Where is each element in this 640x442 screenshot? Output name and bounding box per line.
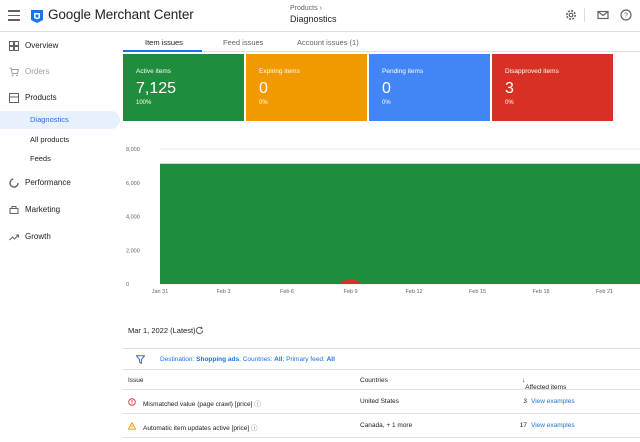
issue-cell: Automatic item updates active [price] ⓘ: [143, 425, 258, 432]
summary-cards: Active items 7,125 100% Expiring items 0…: [123, 54, 640, 121]
divider: [584, 8, 585, 22]
table-header: Issue Countries ↓ Affected items: [123, 370, 640, 391]
breadcrumb[interactable]: Products ›: [290, 5, 322, 12]
x-tick-label: Feb 6: [280, 289, 294, 295]
tab-feed-issues[interactable]: Feed issues: [223, 38, 263, 47]
card-disapproved-items[interactable]: Disapproved items 3 0%: [492, 54, 613, 121]
table-row[interactable]: Mismatched value (page crawl) [price] ⓘ …: [123, 390, 640, 414]
x-tick-label: Feb 12: [405, 289, 422, 295]
card-percent: 0%: [382, 100, 391, 106]
card-title: Active items: [136, 68, 172, 75]
card-title: Expiring items: [259, 68, 300, 75]
card-title: Pending items: [382, 68, 424, 75]
x-tick-label: Feb 9: [343, 289, 357, 295]
countries-cell: United States: [360, 398, 400, 405]
refresh-icon[interactable]: [195, 326, 204, 335]
card-percent: 0%: [505, 100, 514, 106]
menu-icon[interactable]: [8, 10, 20, 21]
brand-title: Google Merchant Center: [48, 7, 194, 22]
sidebar-item-growth[interactable]: Growth: [0, 228, 120, 246]
filter-bar[interactable]: Destination: Shopping ads, Countries: Al…: [123, 348, 640, 370]
performance-icon: [9, 178, 19, 188]
card-value: 7,125: [136, 80, 177, 97]
y-tick-label: 2,000: [126, 248, 140, 254]
sidebar-item-label: Growth: [25, 232, 51, 241]
top-bar: Google Merchant Center Products › Diagno…: [0, 0, 640, 32]
tab-account-issues[interactable]: Account issues (1): [297, 38, 359, 47]
svg-text:?: ?: [624, 13, 628, 20]
sidebar: Overview Orders Products Diagnostics All…: [0, 32, 122, 442]
card-percent: 0%: [259, 100, 268, 106]
sidebar-item-products[interactable]: Products: [0, 89, 120, 107]
mail-icon[interactable]: [596, 8, 610, 22]
y-tick-label: 4,000: [126, 215, 140, 221]
y-tick-label: 6,000: [126, 181, 140, 187]
column-affected-items[interactable]: ↓ Affected items: [522, 377, 566, 391]
active-tab-indicator: [123, 50, 202, 52]
card-title: Disapproved items: [505, 68, 559, 75]
app-window: Google Merchant Center Products › Diagno…: [0, 0, 640, 442]
filter-icon[interactable]: [136, 355, 145, 364]
growth-icon: [9, 234, 19, 241]
merchant-center-logo: [31, 10, 43, 23]
card-active-items[interactable]: Active items 7,125 100%: [123, 54, 244, 121]
x-tick-label: Feb 21: [596, 289, 613, 295]
table-row[interactable]: Automatic item updates active [price] ⓘ …: [123, 414, 640, 438]
products-icon: [9, 93, 19, 103]
dashboard-icon: [9, 41, 19, 51]
sidebar-item-performance[interactable]: Performance: [0, 174, 120, 192]
x-tick-label: Feb 3: [216, 289, 230, 295]
card-pending-items[interactable]: Pending items 0 0%: [369, 54, 490, 121]
main-content: Item issues Feed issues Account issues (…: [123, 32, 640, 442]
date-label: Mar 1, 2022 (Latest): [128, 326, 196, 335]
affected-count: 3: [523, 398, 527, 405]
sidebar-item-overview[interactable]: Overview: [0, 37, 120, 55]
marketing-icon: [9, 206, 19, 214]
sidebar-item-label: Diagnostics: [30, 115, 69, 124]
y-tick-label: 8,000: [126, 147, 140, 153]
cart-icon: [9, 67, 19, 77]
sidebar-item-all-products[interactable]: All products: [0, 131, 120, 149]
settings-icon[interactable]: [564, 8, 578, 22]
sidebar-item-diagnostics[interactable]: Diagnostics: [0, 111, 120, 129]
countries-cell: Canada, + 1 more: [360, 422, 413, 429]
page-title: Diagnostics: [290, 14, 337, 24]
column-countries: Countries: [360, 377, 388, 384]
x-tick-label: Jan 31: [152, 289, 169, 295]
items-chart: 8,000 6,000 4,000 2,000 0 Jan 31 Feb 3 Feb 6 Feb…: [123, 140, 640, 305]
help-icon[interactable]: ⓘ: [254, 401, 261, 408]
x-tick-label: Feb 18: [532, 289, 549, 295]
card-expiring-items[interactable]: Expiring items 0 0%: [246, 54, 367, 121]
items-area-chart: 8,000 6,000 4,000 2,000 0 Jan 31 Feb 3 Feb 6 Feb…: [126, 147, 640, 295]
sidebar-item-label: Marketing: [25, 205, 61, 214]
x-tick-label: Feb 15: [469, 289, 486, 295]
sidebar-item-label: Performance: [25, 178, 71, 187]
sidebar-item-label: Overview: [25, 41, 59, 50]
series-active-items-area: [160, 163, 640, 284]
help-icon[interactable]: ⓘ: [251, 425, 258, 432]
card-value: 0: [382, 80, 391, 97]
sidebar-item-marketing[interactable]: Marketing: [0, 201, 120, 219]
sidebar-item-label: All products: [30, 135, 70, 144]
affected-count: 17: [519, 422, 527, 429]
tab-bar: Item issues Feed issues Account issues (…: [123, 32, 640, 52]
view-examples-link[interactable]: View examples: [531, 398, 575, 405]
error-icon: [128, 398, 136, 406]
sidebar-item-label: Products: [25, 93, 57, 102]
filter-summary[interactable]: Destination: Shopping ads, Countries: Al…: [160, 356, 335, 363]
warning-icon: [128, 422, 136, 430]
view-examples-link[interactable]: View examples: [531, 422, 575, 429]
sidebar-item-label: Feeds: [30, 154, 51, 163]
card-value: 0: [259, 80, 268, 97]
help-icon[interactable]: ?: [619, 8, 633, 22]
sidebar-item-label: Orders: [25, 67, 50, 76]
card-value: 3: [505, 80, 514, 97]
sidebar-item-feeds[interactable]: Feeds: [0, 150, 120, 168]
sidebar-item-orders[interactable]: Orders: [0, 63, 120, 81]
card-percent: 100%: [136, 100, 152, 106]
issue-cell: Mismatched value (page crawl) [price] ⓘ: [143, 401, 261, 408]
column-issue: Issue: [128, 377, 144, 384]
y-tick-label: 0: [126, 282, 129, 288]
tab-item-issues[interactable]: Item issues: [145, 38, 183, 47]
